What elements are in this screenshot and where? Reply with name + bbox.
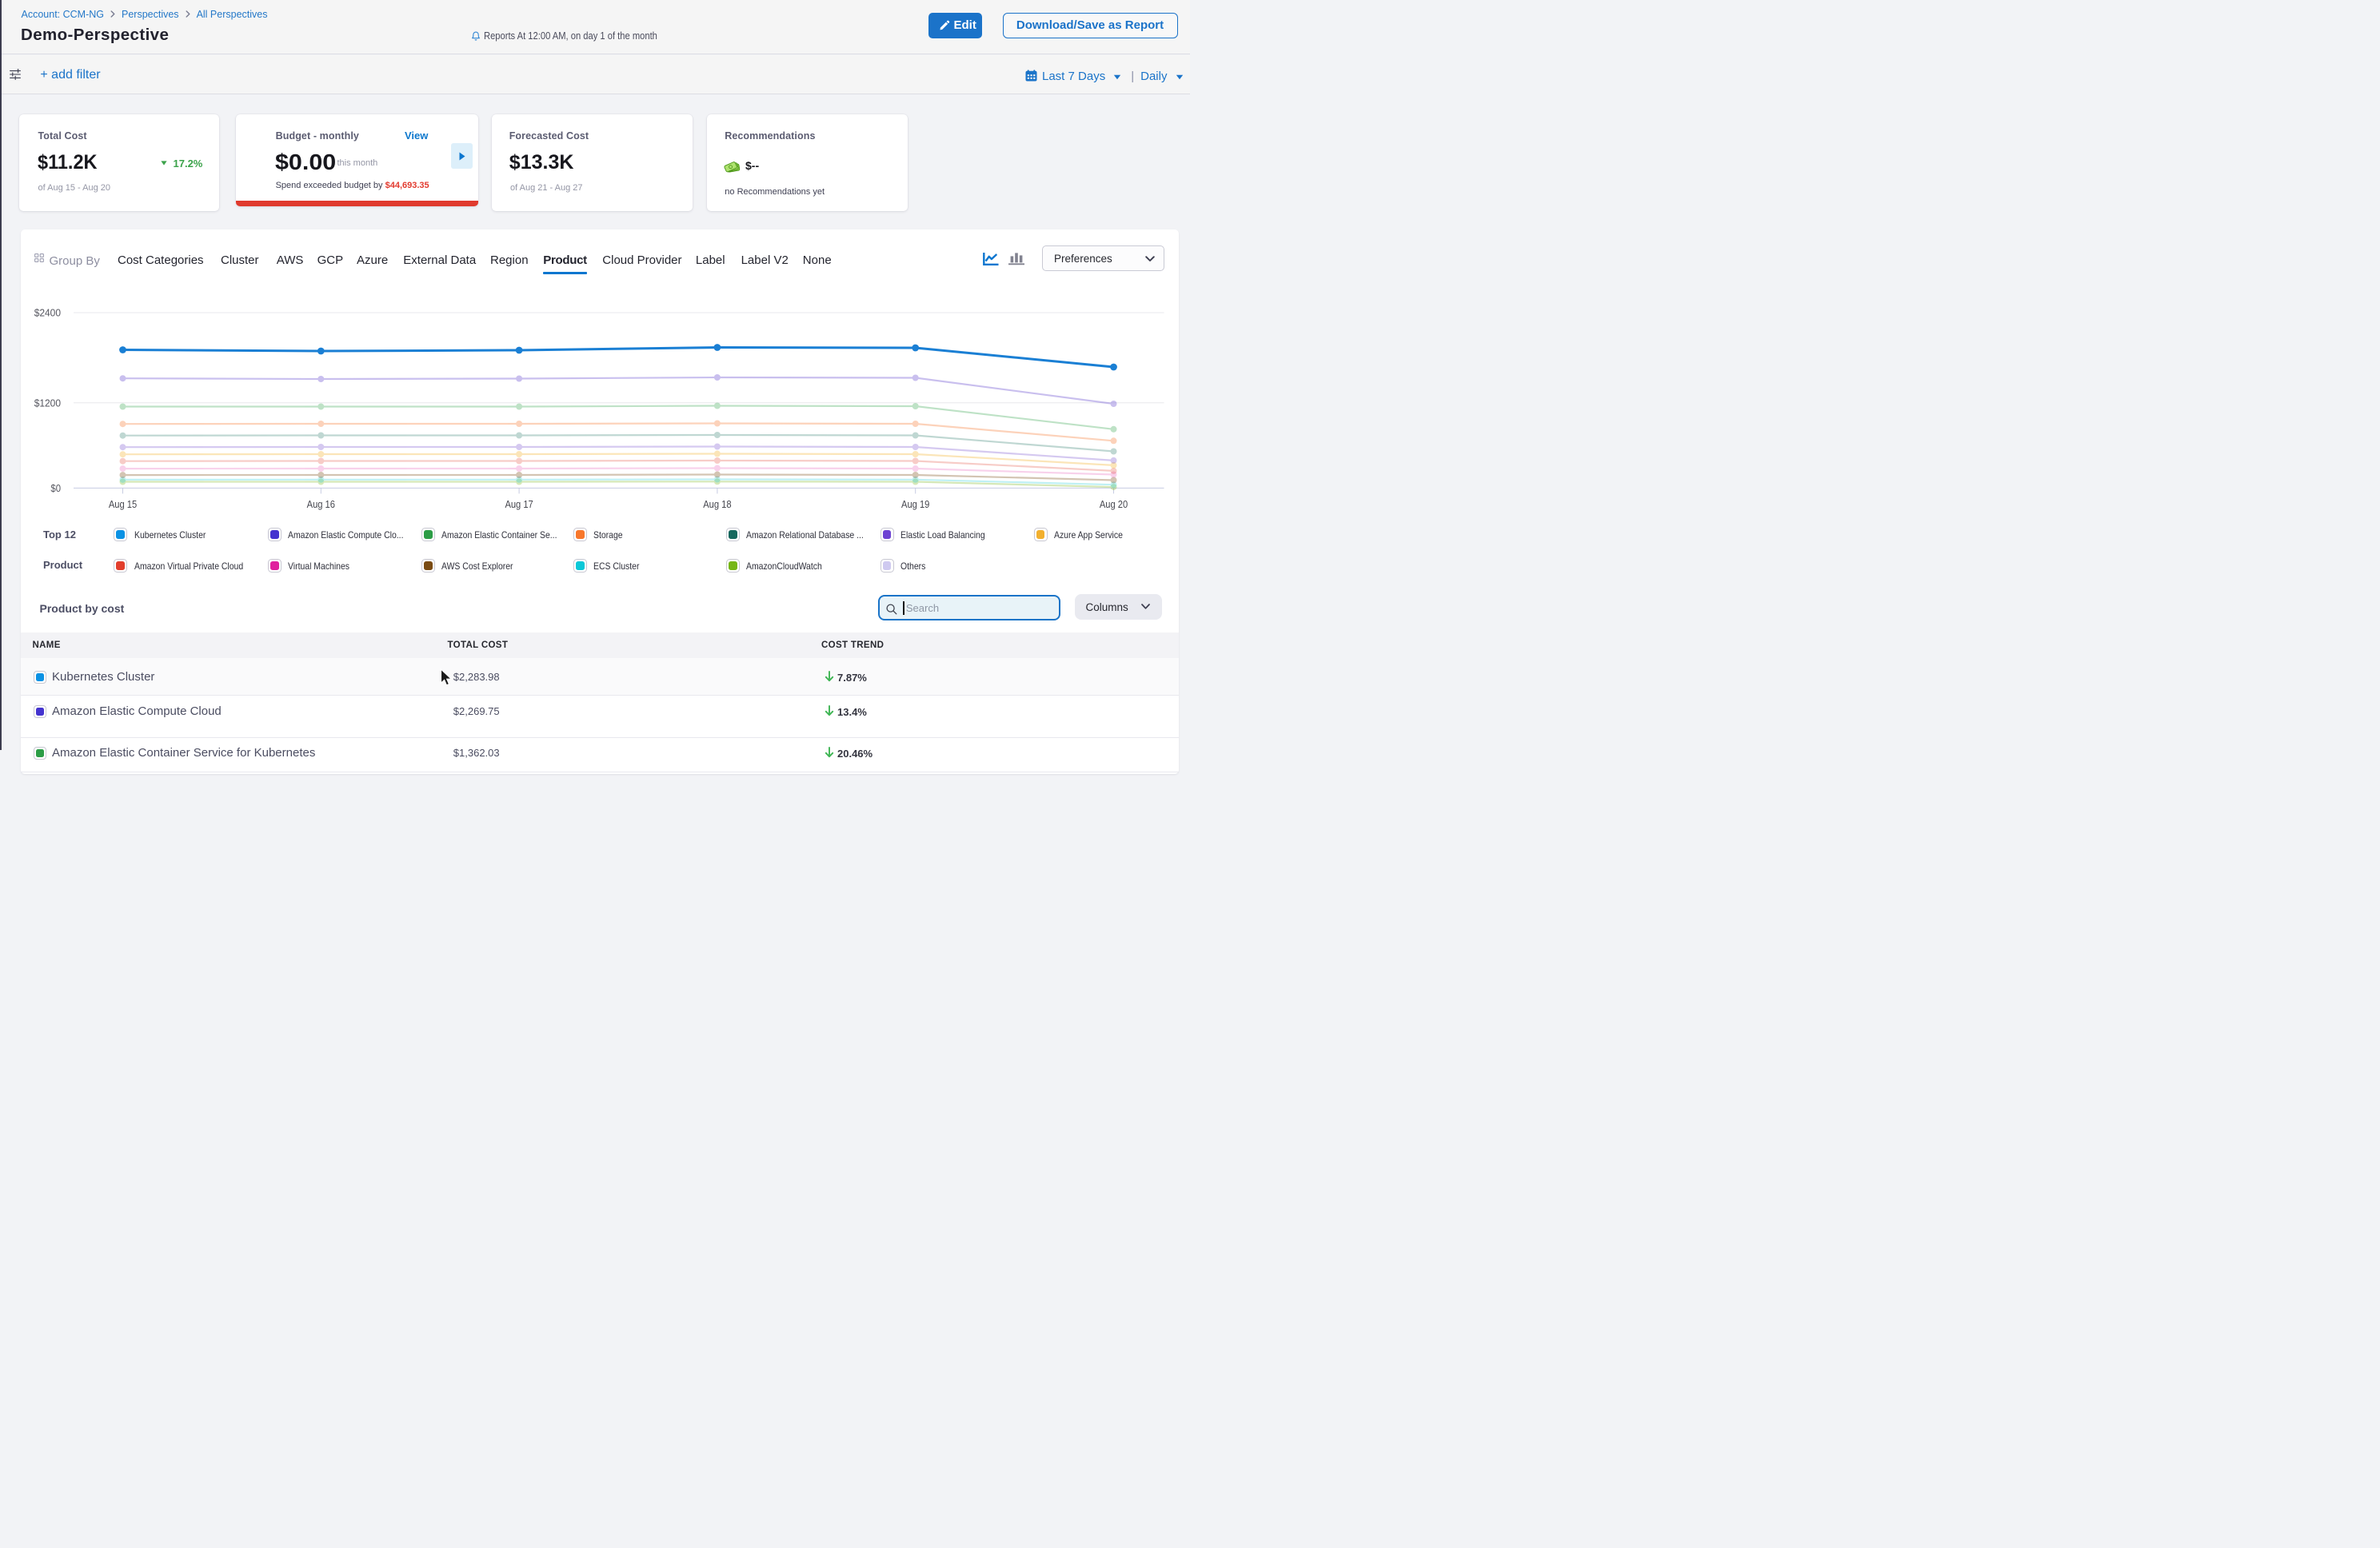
svg-text:$2400: $2400 [34, 306, 60, 318]
svg-text:Aug 15: Aug 15 [108, 498, 136, 510]
svg-text:Aug 17: Aug 17 [505, 498, 533, 510]
svg-text:$0: $0 [50, 481, 61, 493]
svg-text:Aug 20: Aug 20 [1099, 498, 1127, 510]
svg-text:Aug 18: Aug 18 [703, 498, 731, 510]
svg-text:$1200: $1200 [34, 397, 60, 409]
svg-text:Aug 16: Aug 16 [306, 498, 334, 510]
svg-text:Aug 19: Aug 19 [901, 498, 929, 510]
